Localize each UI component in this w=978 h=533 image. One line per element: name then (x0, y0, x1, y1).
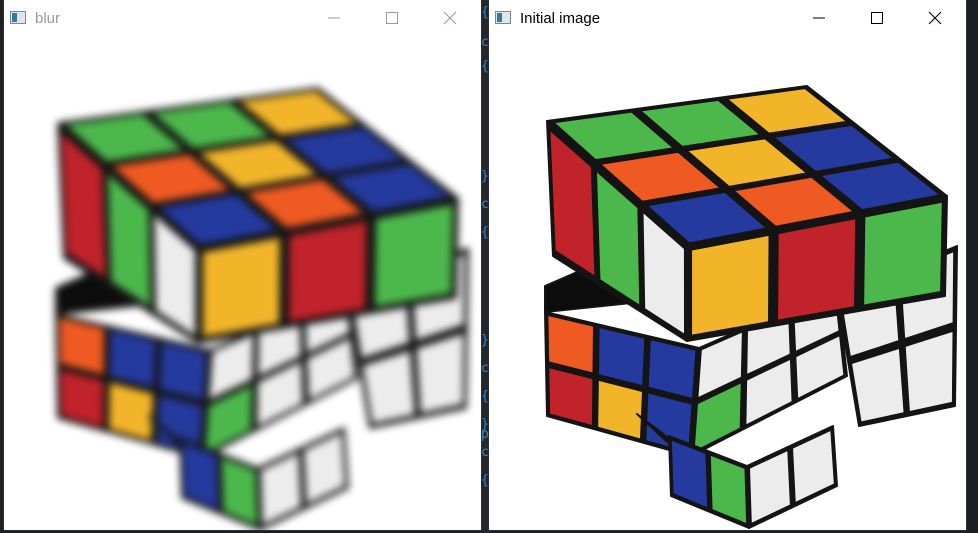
editor-glyph: { (481, 5, 489, 20)
minimize-icon[interactable] (804, 6, 834, 30)
editor-glyph: { (481, 59, 489, 74)
image-canvas-blur (4, 34, 481, 530)
editor-glyph: } (481, 333, 489, 348)
cube-sticker (862, 201, 944, 307)
editor-glyph: c (481, 35, 489, 50)
minimize-icon[interactable] (319, 6, 349, 30)
cube-sticker (776, 217, 857, 322)
rubiks-cube-image (544, 85, 958, 529)
close-icon[interactable] (920, 6, 950, 30)
editor-glyph: c (481, 445, 489, 460)
image-canvas-initial (489, 34, 966, 530)
editor-glyph: } (481, 169, 489, 184)
cube-sticker (690, 234, 771, 337)
editor-glyph: p (481, 427, 489, 442)
rubiks-cube-image-blurred (55, 87, 469, 530)
editor-glyph: { (481, 225, 489, 240)
cube-sticker (108, 328, 157, 389)
editor-glyph: c (481, 361, 489, 376)
titlebar-initial-image[interactable]: Initial image (489, 0, 966, 34)
cube-sticker (201, 236, 282, 339)
close-icon[interactable] (435, 6, 465, 30)
maximize-icon[interactable] (862, 6, 892, 30)
window-blur[interactable]: blur (4, 0, 481, 530)
cube-sticker (647, 338, 697, 400)
editor-glyph: c (481, 197, 489, 212)
cube-sticker (158, 340, 208, 402)
app-window-icon (495, 11, 511, 24)
app-window-icon (10, 11, 26, 24)
cube-sticker (597, 326, 646, 387)
editor-gutter-strip: {c{} c{} c{} c{p (481, 0, 489, 533)
window-title: blur (35, 10, 61, 27)
maximize-icon[interactable] (377, 6, 407, 30)
window-initial-image[interactable]: Initial image (489, 0, 966, 530)
cube-sticker (287, 219, 368, 324)
titlebar-blur[interactable]: blur (4, 0, 481, 34)
cube-sticker (373, 203, 455, 309)
editor-glyph: { (481, 473, 489, 488)
window-title: Initial image (520, 10, 601, 27)
editor-glyph: { (481, 389, 489, 404)
